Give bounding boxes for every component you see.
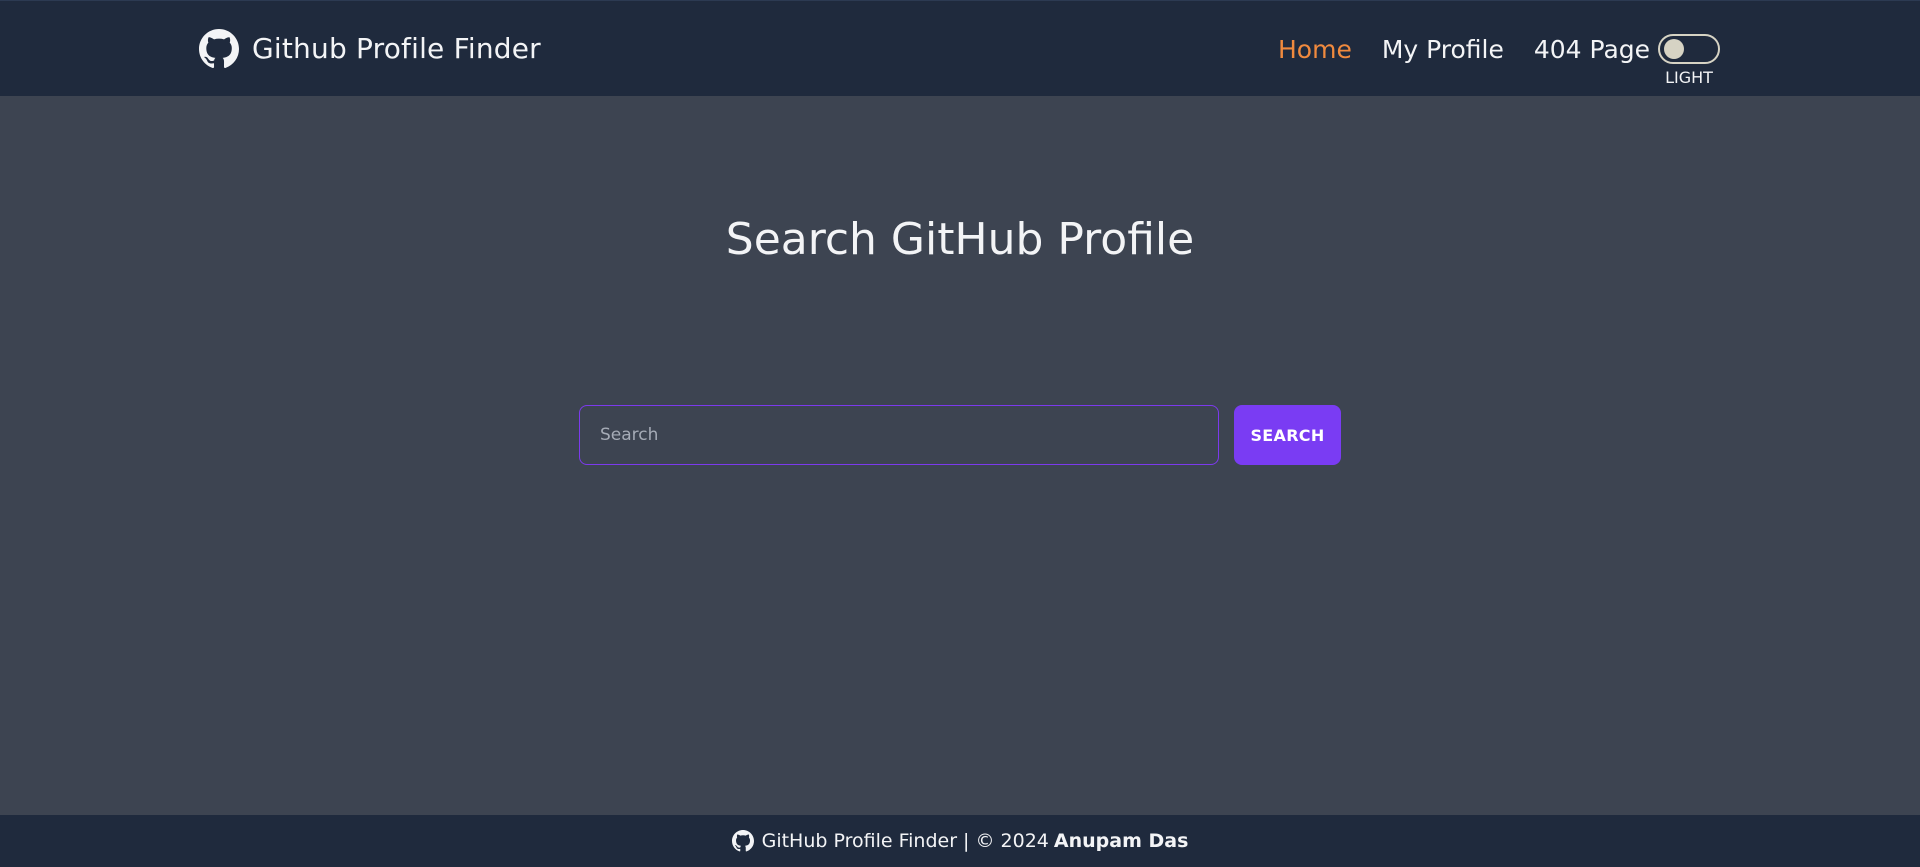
brand[interactable]: Github Profile Finder (199, 29, 541, 69)
footer-author: Anupam Das (1053, 830, 1189, 852)
nav-link-404-page[interactable]: 404 Page (1534, 33, 1650, 67)
theme-toggle-label: LIGHT (1665, 68, 1713, 87)
search-button[interactable]: SEARCH (1234, 405, 1341, 465)
github-icon (731, 830, 754, 852)
nav-links: Home My Profile 404 Page (1278, 33, 1680, 67)
footer-text: GitHub Profile Finder | © 2024 (761, 830, 1049, 852)
search-input[interactable] (579, 405, 1219, 465)
nav-link-my-profile[interactable]: My Profile (1382, 33, 1504, 67)
github-icon (199, 29, 239, 69)
brand-title: Github Profile Finder (252, 32, 541, 65)
footer: GitHub Profile Finder | © 2024 Anupam Da… (0, 815, 1920, 867)
theme-toggle[interactable] (1658, 34, 1720, 64)
page-title: Search GitHub Profile (725, 214, 1195, 265)
toggle-knob (1664, 39, 1684, 59)
navbar: Github Profile Finder Home My Profile 40… (0, 0, 1920, 96)
nav-link-home[interactable]: Home (1278, 33, 1352, 67)
